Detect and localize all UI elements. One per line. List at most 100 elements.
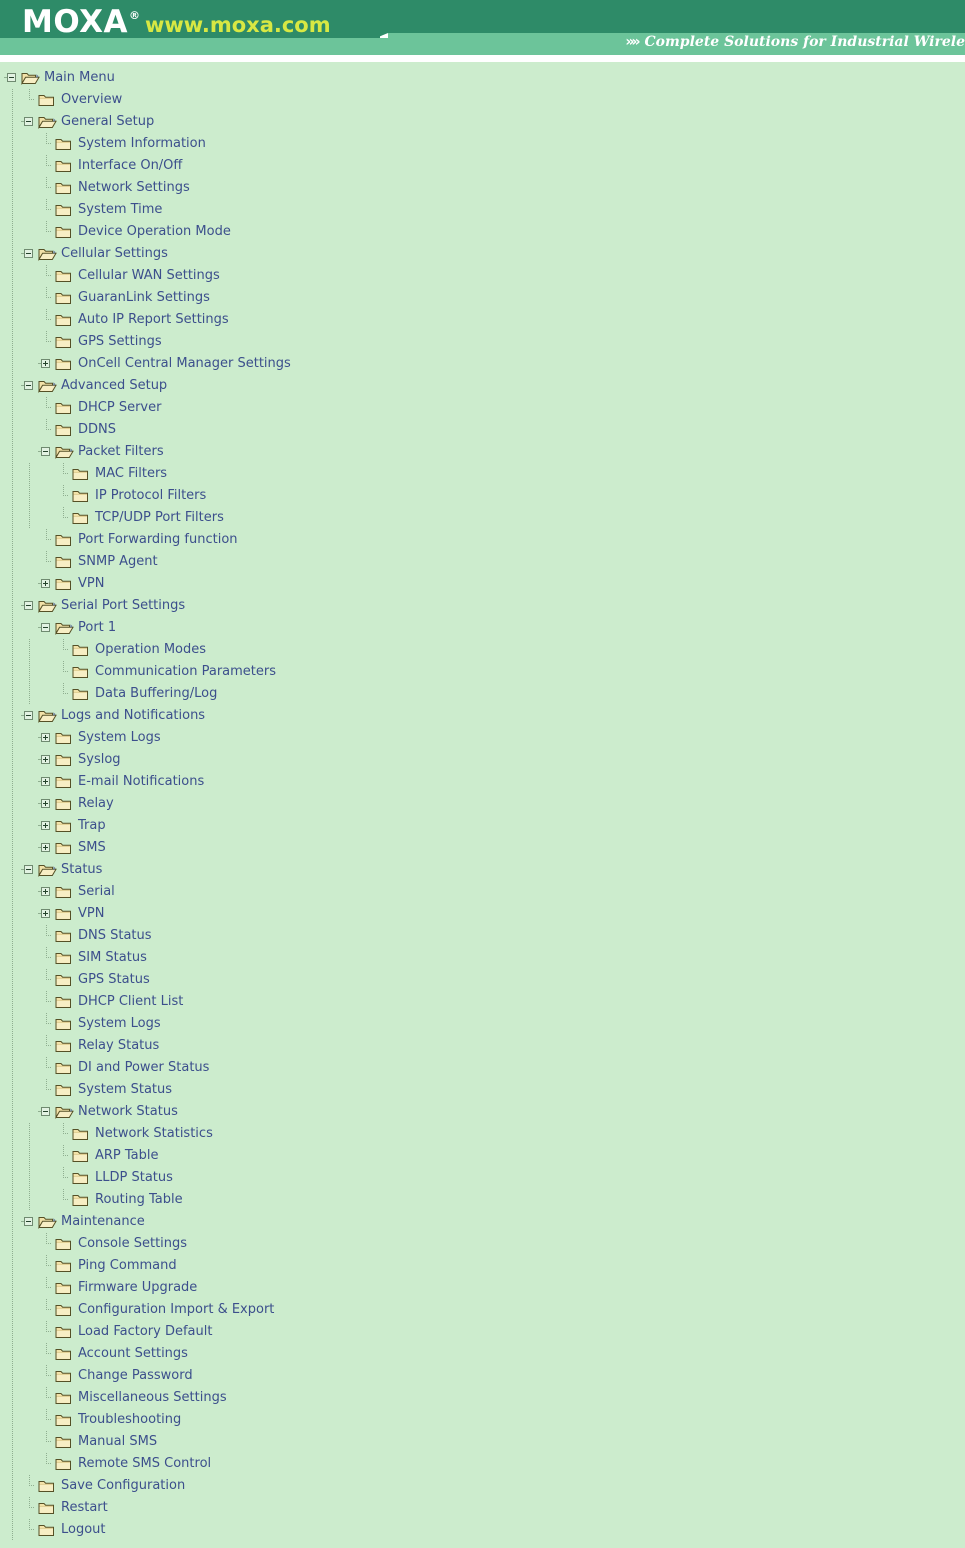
tree-node-label[interactable]: Console Settings [73,1233,187,1255]
tree-node-label[interactable]: Ping Command [73,1255,177,1277]
tree-node[interactable]: Maintenance [0,1211,965,1233]
tree-node[interactable]: Routing Table [0,1189,965,1211]
tree-node-label[interactable]: General Setup [56,111,154,133]
tree-node-label[interactable]: System Status [73,1079,172,1101]
tree-node[interactable]: GPS Status [0,969,965,991]
tree-node-label[interactable]: DNS Status [73,925,152,947]
tree-node-label[interactable]: Troubleshooting [73,1409,181,1431]
collapse-toggle-icon[interactable] [21,595,38,617]
collapse-toggle-icon[interactable] [21,1211,38,1233]
tree-node[interactable]: GuaranLink Settings [0,287,965,309]
tree-node-label[interactable]: Port Forwarding function [73,529,238,551]
tree-node-label[interactable]: System Time [73,199,162,221]
tree-node-label[interactable]: Overview [56,89,122,111]
tree-node[interactable]: Auto IP Report Settings [0,309,965,331]
tree-node[interactable]: Miscellaneous Settings [0,1387,965,1409]
tree-node-label[interactable]: DHCP Client List [73,991,183,1013]
tree-node[interactable]: Account Settings [0,1343,965,1365]
tree-node[interactable]: Cellular Settings [0,243,965,265]
tree-node-label[interactable]: Relay [73,793,114,815]
expand-toggle-icon[interactable] [38,793,55,815]
tree-node-label[interactable]: DDNS [73,419,116,441]
tree-node-label[interactable]: Maintenance [56,1211,145,1233]
tree-node-label[interactable]: Logout [56,1519,106,1541]
tree-node[interactable]: Restart [0,1497,965,1519]
collapse-toggle-icon[interactable] [38,617,55,639]
tree-node[interactable]: Network Settings [0,177,965,199]
tree-node-label[interactable]: Load Factory Default [73,1321,212,1343]
tree-node-label[interactable]: Account Settings [73,1343,188,1365]
collapse-toggle-icon[interactable] [38,441,55,463]
tree-node[interactable]: Operation Modes [0,639,965,661]
tree-node[interactable]: VPN [0,903,965,925]
tree-node-label[interactable]: VPN [73,903,104,925]
expand-toggle-icon[interactable] [38,903,55,925]
tree-node[interactable]: Relay [0,793,965,815]
tree-node[interactable]: Serial Port Settings [0,595,965,617]
tree-node[interactable]: Logs and Notifications [0,705,965,727]
tree-node-label[interactable]: GPS Status [73,969,150,991]
tree-node-label[interactable]: Main Menu [39,67,115,89]
tree-node[interactable]: Network Status [0,1101,965,1123]
tree-node-label[interactable]: Data Buffering/Log [90,683,217,705]
tree-node[interactable]: Troubleshooting [0,1409,965,1431]
collapse-toggle-icon[interactable] [21,111,38,133]
tree-node-label[interactable]: Cellular Settings [56,243,168,265]
tree-node[interactable]: System Logs [0,1013,965,1035]
tree-node-label[interactable]: Miscellaneous Settings [73,1387,227,1409]
tree-node-label[interactable]: System Information [73,133,206,155]
tree-node[interactable]: System Logs [0,727,965,749]
tree-node-label[interactable]: Device Operation Mode [73,221,231,243]
expand-toggle-icon[interactable] [38,749,55,771]
expand-toggle-icon[interactable] [38,771,55,793]
tree-node[interactable]: Network Statistics [0,1123,965,1145]
tree-node[interactable]: Advanced Setup [0,375,965,397]
tree-node[interactable]: Ping Command [0,1255,965,1277]
tree-node-label[interactable]: Routing Table [90,1189,183,1211]
tree-node-label[interactable]: Network Status [73,1101,178,1123]
tree-node-label[interactable]: System Logs [73,1013,161,1035]
tree-node-label[interactable]: Port 1 [73,617,116,639]
tree-node-label[interactable]: Relay Status [73,1035,159,1057]
tree-node-label[interactable]: Remote SMS Control [73,1453,211,1475]
tree-node[interactable]: TCP/UDP Port Filters [0,507,965,529]
tree-node[interactable]: SMS [0,837,965,859]
tree-node[interactable]: Serial [0,881,965,903]
tree-node-label[interactable]: ARP Table [90,1145,159,1167]
tree-node[interactable]: DI and Power Status [0,1057,965,1079]
tree-node-label[interactable]: Network Settings [73,177,190,199]
tree-node[interactable]: Manual SMS [0,1431,965,1453]
tree-node[interactable]: System Information [0,133,965,155]
tree-node[interactable]: IP Protocol Filters [0,485,965,507]
tree-node-label[interactable]: Trap [73,815,106,837]
expand-toggle-icon[interactable] [38,573,55,595]
tree-node[interactable]: Trap [0,815,965,837]
tree-node-label[interactable]: TCP/UDP Port Filters [90,507,224,529]
tree-node[interactable]: DDNS [0,419,965,441]
tree-node[interactable]: Main Menu [0,67,965,89]
expand-toggle-icon[interactable] [38,837,55,859]
tree-node[interactable]: Save Configuration [0,1475,965,1497]
tree-node[interactable]: Relay Status [0,1035,965,1057]
tree-node[interactable]: E-mail Notifications [0,771,965,793]
expand-toggle-icon[interactable] [38,815,55,837]
tree-node-label[interactable]: DHCP Server [73,397,161,419]
expand-toggle-icon[interactable] [38,881,55,903]
tree-node-label[interactable]: Save Configuration [56,1475,185,1497]
tree-node[interactable]: OnCell Central Manager Settings [0,353,965,375]
tree-node-label[interactable]: Interface On/Off [73,155,182,177]
tree-node[interactable]: MAC Filters [0,463,965,485]
tree-node-label[interactable]: IP Protocol Filters [90,485,206,507]
tree-node[interactable]: Change Password [0,1365,965,1387]
tree-node-label[interactable]: SMS [73,837,106,859]
tree-node-label[interactable]: LLDP Status [90,1167,173,1189]
tree-node[interactable]: ARP Table [0,1145,965,1167]
tree-node[interactable]: Communication Parameters [0,661,965,683]
tree-node-label[interactable]: E-mail Notifications [73,771,204,793]
tree-node[interactable]: LLDP Status [0,1167,965,1189]
tree-node-label[interactable]: Status [56,859,102,881]
tree-node-label[interactable]: Logs and Notifications [56,705,205,727]
tree-node-label[interactable]: System Logs [73,727,161,749]
tree-node[interactable]: Configuration Import & Export [0,1299,965,1321]
tree-node-label[interactable]: Serial [73,881,115,903]
